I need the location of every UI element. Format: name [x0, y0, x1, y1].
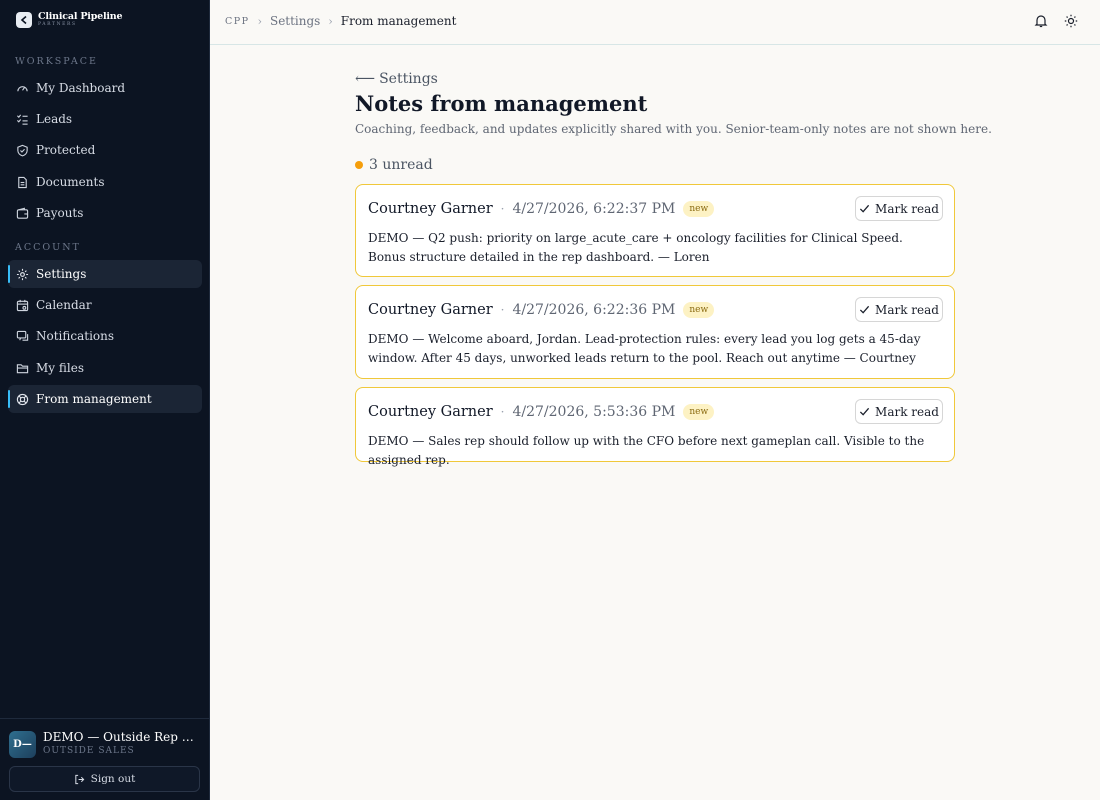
sidebar-item-label: Notifications: [36, 329, 115, 343]
gear-icon: [16, 268, 29, 280]
note-body: DEMO — Sales rep should follow up with t…: [368, 434, 925, 467]
breadcrumb-current: From management: [340, 14, 457, 28]
message-icon: [16, 330, 29, 341]
brand-sub: PARTNERS: [38, 22, 77, 27]
wallet-icon: [16, 207, 29, 219]
sidebar-item-my-files[interactable]: My files: [8, 354, 202, 382]
unread-dot-icon: [355, 161, 363, 169]
note-timestamp: 4/27/2026, 6:22:36 PM: [512, 302, 676, 318]
checklist-icon: [16, 114, 28, 125]
note-header: Courtney Garner · 4/27/2026, 6:22:36 PM …: [368, 302, 715, 318]
sidebar-item-label: Settings: [36, 267, 87, 281]
calendar-icon: [16, 299, 29, 311]
mark-read-label: Mark read: [875, 404, 939, 419]
back-link-label: Settings: [379, 71, 438, 87]
sidebar-item-label: Documents: [36, 175, 105, 189]
chevron-right-icon: ›: [257, 14, 262, 28]
lifebuoy-icon: [16, 393, 29, 405]
brand-name: Clinical Pipeline: [38, 11, 123, 22]
back-link[interactable]: ⟵ Settings: [355, 71, 438, 87]
gauge-icon: [17, 85, 28, 91]
page-subtitle: Coaching, feedback, and updates explicit…: [355, 122, 992, 136]
folder-icon: [16, 363, 29, 373]
sidebar-item-protected[interactable]: Protected: [8, 136, 202, 164]
breadcrumb-root[interactable]: CPP: [225, 16, 250, 27]
sign-out-label: Sign out: [90, 773, 136, 785]
sign-out-icon: [74, 774, 84, 784]
user-role: OUTSIDE SALES: [43, 746, 135, 756]
separator-dot: ·: [500, 202, 505, 216]
sidebar-item-label: Leads: [36, 112, 73, 126]
sidebar-item-payouts[interactable]: Payouts: [8, 199, 202, 227]
sidebar-item-label: From management: [36, 392, 152, 406]
chevron-right-icon: ›: [328, 14, 333, 28]
sidebar-item-leads[interactable]: Leads: [8, 105, 202, 133]
note-card: Courtney Garner · 4/27/2026, 5:53:36 PM …: [355, 387, 955, 467]
note-card: Courtney Garner · 4/27/2026, 6:22:37 PM …: [355, 184, 955, 277]
page-title: Notes from management: [355, 91, 648, 116]
sidebar-item-label: Protected: [36, 143, 96, 157]
logo-icon: [16, 12, 32, 28]
note-header: Courtney Garner · 4/27/2026, 5:53:36 PM …: [368, 404, 715, 420]
sidebar: Clinical Pipeline PARTNERS WORKSPACE My …: [0, 0, 210, 800]
mark-read-button[interactable]: Mark read: [855, 399, 943, 424]
sidebar-item-from-management[interactable]: From management: [8, 385, 202, 413]
note-timestamp: 4/27/2026, 6:22:37 PM: [512, 201, 676, 217]
check-icon: [859, 204, 870, 213]
section-label-workspace: WORKSPACE: [15, 56, 98, 67]
sidebar-item-label: My files: [36, 361, 84, 375]
bell-icon[interactable]: [1034, 14, 1048, 28]
note-body: DEMO — Welcome aboard, Jordan. Lead-prot…: [368, 332, 921, 365]
new-badge: new: [683, 404, 715, 420]
sidebar-item-settings[interactable]: Settings: [8, 260, 202, 288]
mark-read-button[interactable]: Mark read: [855, 297, 943, 322]
breadcrumb: CPP › Settings › From management: [225, 14, 456, 28]
sidebar-item-notifications[interactable]: Notifications: [8, 322, 202, 350]
sidebar-item-calendar[interactable]: Calendar: [8, 291, 202, 319]
note-author: Courtney Garner: [368, 404, 493, 420]
document-icon: [18, 176, 27, 188]
check-icon: [859, 407, 870, 416]
note-timestamp: 4/27/2026, 5:53:36 PM: [512, 404, 676, 420]
breadcrumb-parent[interactable]: Settings: [270, 14, 320, 28]
note-body: DEMO — Q2 push: priority on large_acute_…: [368, 231, 903, 264]
mark-read-label: Mark read: [875, 302, 939, 317]
separator-dot: ·: [500, 405, 505, 419]
section-label-account: ACCOUNT: [15, 242, 81, 253]
separator-dot: ·: [500, 303, 505, 317]
check-icon: [859, 305, 870, 314]
user-block: D— DEMO — Outside Rep — Jordan OUTSIDE S…: [0, 718, 209, 800]
note-header: Courtney Garner · 4/27/2026, 6:22:37 PM …: [368, 201, 715, 217]
user-name: DEMO — Outside Rep — Jordan: [43, 730, 203, 744]
new-badge: new: [683, 201, 715, 217]
sidebar-item-my-dashboard[interactable]: My Dashboard: [8, 74, 202, 102]
note-card: Courtney Garner · 4/27/2026, 6:22:36 PM …: [355, 285, 955, 379]
avatar[interactable]: D—: [9, 731, 36, 758]
top-bar: CPP › Settings › From management: [210, 0, 1100, 45]
mark-read-label: Mark read: [875, 201, 939, 216]
unread-count: 3 unread: [355, 157, 433, 173]
arrow-left-icon: ⟵: [355, 71, 376, 87]
brand-logo[interactable]: Clinical Pipeline PARTNERS: [16, 11, 123, 28]
new-badge: new: [683, 302, 715, 318]
mark-read-button[interactable]: Mark read: [855, 196, 943, 221]
sign-out-button[interactable]: Sign out: [9, 766, 200, 792]
sidebar-item-documents[interactable]: Documents: [8, 168, 202, 196]
sidebar-item-label: My Dashboard: [36, 81, 126, 95]
note-author: Courtney Garner: [368, 302, 493, 318]
note-author: Courtney Garner: [368, 201, 493, 217]
sidebar-item-label: Calendar: [36, 298, 92, 312]
unread-label: 3 unread: [369, 157, 433, 173]
sidebar-item-label: Payouts: [36, 206, 84, 220]
shield-icon: [17, 144, 28, 156]
sun-icon[interactable]: [1064, 14, 1078, 28]
